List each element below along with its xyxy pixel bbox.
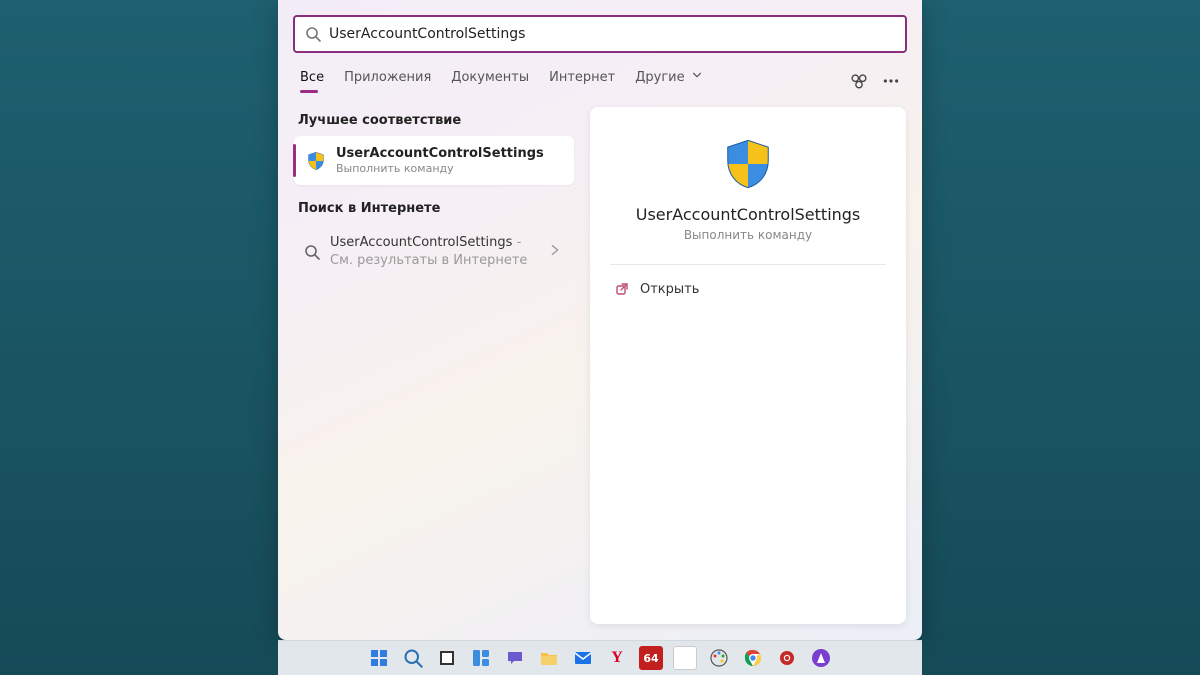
taskbar: Y 64 xyxy=(278,640,922,675)
chevron-right-icon xyxy=(548,243,562,261)
record-icon[interactable] xyxy=(775,646,799,670)
chat-icon[interactable] xyxy=(503,646,527,670)
filter-tabs: Все Приложения Документы Интернет Другие xyxy=(300,69,900,93)
tab-more-label: Другие xyxy=(635,70,684,85)
start-icon[interactable] xyxy=(367,646,391,670)
chrome-icon[interactable] xyxy=(741,646,765,670)
aida64-icon[interactable]: 64 xyxy=(639,646,663,670)
tab-web[interactable]: Интернет xyxy=(549,70,615,93)
web-result-text: UserAccountControlSettings - См. результ… xyxy=(330,234,538,269)
task-view-icon[interactable] xyxy=(435,646,459,670)
search-icon xyxy=(304,244,320,260)
more-icon[interactable] xyxy=(882,72,900,90)
search-panel: Все Приложения Документы Интернет Другие… xyxy=(278,0,922,640)
search-icon xyxy=(305,26,321,42)
web-search-header: Поиск в Интернете xyxy=(298,201,570,216)
mail-icon[interactable] xyxy=(571,646,595,670)
preview-panel: UserAccountControlSettings Выполнить ком… xyxy=(590,107,906,624)
uac-shield-icon xyxy=(306,151,326,171)
search-box[interactable] xyxy=(293,15,907,53)
yandex-icon[interactable]: Y xyxy=(605,646,629,670)
open-external-icon xyxy=(614,281,630,297)
search-input[interactable] xyxy=(329,26,895,42)
chat-overlay-icon[interactable] xyxy=(850,72,868,90)
taskbar-search-icon[interactable] xyxy=(401,646,425,670)
widgets-icon[interactable] xyxy=(469,646,493,670)
web-result-item[interactable]: UserAccountControlSettings - См. результ… xyxy=(294,224,574,279)
best-match-subtitle: Выполнить команду xyxy=(336,162,544,175)
alice-icon[interactable] xyxy=(809,646,833,670)
preview-subtitle: Выполнить команду xyxy=(684,228,812,242)
best-match-item[interactable]: UserAccountControlSettings Выполнить ком… xyxy=(294,136,574,185)
web-result-title: UserAccountControlSettings xyxy=(330,235,512,250)
tab-more[interactable]: Другие xyxy=(635,69,703,93)
document-icon[interactable] xyxy=(673,646,697,670)
chevron-down-icon xyxy=(691,69,703,85)
file-explorer-icon[interactable] xyxy=(537,646,561,670)
tab-documents[interactable]: Документы xyxy=(451,70,529,93)
results-column: Лучшее соответствие UserAccountControlSe… xyxy=(294,107,574,624)
best-match-header: Лучшее соответствие xyxy=(298,113,570,128)
tab-all[interactable]: Все xyxy=(300,70,324,93)
preview-title: UserAccountControlSettings xyxy=(636,205,861,224)
tab-apps[interactable]: Приложения xyxy=(344,70,431,93)
best-match-title: UserAccountControlSettings xyxy=(336,146,544,161)
open-action[interactable]: Открыть xyxy=(610,265,886,297)
paint-icon[interactable] xyxy=(707,646,731,670)
open-label: Открыть xyxy=(640,282,699,297)
uac-shield-icon xyxy=(721,137,775,191)
